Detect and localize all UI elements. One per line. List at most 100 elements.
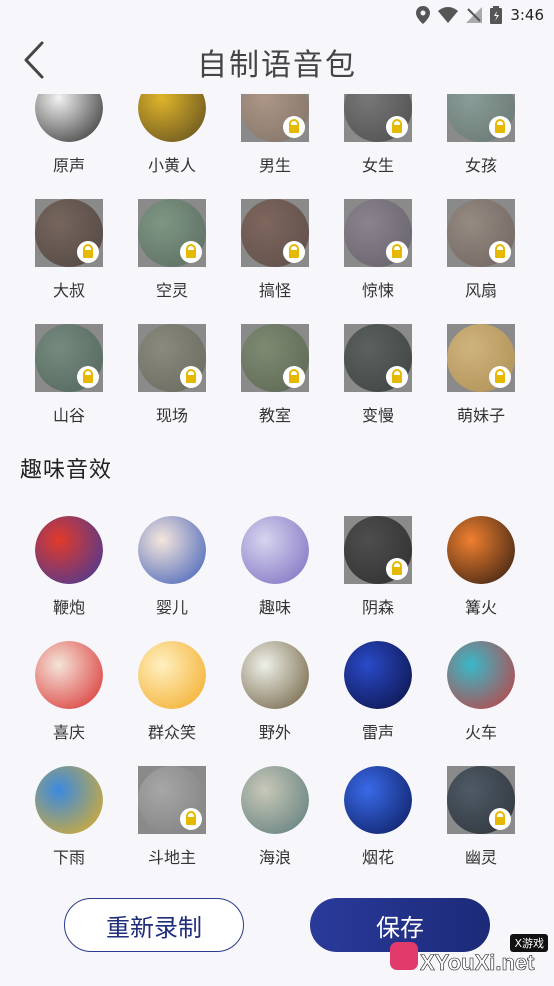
effect-label: 婴儿 (155, 598, 188, 617)
location-icon (416, 6, 431, 24)
lock-icon (180, 366, 202, 388)
rerecord-button[interactable]: 重新录制 (64, 898, 244, 952)
page-title: 自制语音包 (197, 48, 357, 83)
effect-item[interactable]: 群众笑 (122, 641, 222, 761)
castle-icon (241, 641, 309, 709)
watermark-logo: X游戏 XYouXi.net (384, 928, 554, 986)
effect-label: 现场 (155, 406, 188, 425)
effect-label: 下雨 (52, 848, 85, 867)
effect-label: 惊悚 (361, 281, 394, 300)
firecracker-icon (35, 516, 103, 584)
ethereal-icon (138, 199, 206, 267)
effect-label: 变慢 (361, 406, 394, 425)
effect-item[interactable]: 大叔 (19, 199, 119, 319)
effect-item[interactable]: 现场 (122, 324, 222, 444)
lock-icon (77, 366, 99, 388)
effect-item[interactable]: 搞怪 (225, 199, 325, 319)
effect-label: 海浪 (258, 848, 291, 867)
slow-icon (344, 324, 412, 392)
effect-label: 喜庆 (52, 723, 85, 742)
status-time: 3:46 (510, 6, 544, 24)
lock-icon (386, 558, 408, 580)
lock-icon (283, 116, 305, 138)
effect-label: 教室 (258, 406, 291, 425)
wifi-icon (438, 7, 459, 23)
battery-icon (490, 6, 503, 24)
effect-item[interactable]: 女生 (328, 94, 428, 194)
spooky-icon (344, 516, 412, 584)
effect-item[interactable]: 篝火 (431, 516, 531, 636)
lightning-icon (344, 641, 412, 709)
effect-item[interactable]: 风扇 (431, 199, 531, 319)
valley-icon (35, 324, 103, 392)
status-icons: 3:46 (416, 4, 544, 26)
laughing-face-icon (138, 641, 206, 709)
effect-label: 火车 (464, 723, 497, 742)
wave-icon (241, 766, 309, 834)
live-crowd-icon (138, 324, 206, 392)
cards-icon (138, 766, 206, 834)
lock-icon (489, 808, 511, 830)
effect-item[interactable]: 女孩 (431, 94, 531, 194)
effect-item[interactable]: 男生 (225, 94, 325, 194)
effect-item[interactable]: 阴森 (328, 516, 428, 636)
effect-label: 趣味 (258, 598, 291, 617)
effect-item[interactable]: 教室 (225, 324, 325, 444)
pinwheel-icon (447, 199, 515, 267)
effect-item[interactable]: 幽灵 (431, 766, 531, 886)
cute-girl-icon (447, 324, 515, 392)
effect-item[interactable]: 烟花 (328, 766, 428, 886)
effect-item[interactable]: 小黄人 (122, 94, 222, 194)
uncle-icon (35, 199, 103, 267)
effect-label: 斗地主 (147, 848, 196, 867)
lock-icon (386, 116, 408, 138)
man-icon (241, 94, 309, 142)
effect-item[interactable]: 婴儿 (122, 516, 222, 636)
effect-label: 原声 (52, 156, 85, 175)
watermark-text: XYouXi.net (420, 950, 535, 976)
lantern-icon (35, 641, 103, 709)
effect-label: 风扇 (464, 281, 497, 300)
lock-icon (489, 116, 511, 138)
bonfire-icon (447, 516, 515, 584)
effect-label: 阴森 (361, 598, 394, 617)
lock-icon (386, 366, 408, 388)
effect-item[interactable]: 原声 (19, 94, 119, 194)
effect-label: 烟花 (361, 848, 394, 867)
lock-icon (283, 366, 305, 388)
effect-item[interactable]: 鞭炮 (19, 516, 119, 636)
effect-item[interactable]: 野外 (225, 641, 325, 761)
effect-item[interactable]: 变慢 (328, 324, 428, 444)
effect-item[interactable]: 山谷 (19, 324, 119, 444)
lock-icon (283, 241, 305, 263)
effect-item[interactable]: 萌妹子 (431, 324, 531, 444)
effect-label: 搞怪 (258, 281, 291, 300)
woman-icon (344, 94, 412, 142)
effect-item[interactable]: 雷声 (328, 641, 428, 761)
ghost-icon (447, 766, 515, 834)
ghost-face-icon (344, 199, 412, 267)
effect-label: 女孩 (464, 156, 497, 175)
effect-label: 鞭炮 (52, 598, 85, 617)
lock-icon (77, 241, 99, 263)
section-title: 趣味音效 (20, 458, 113, 483)
lock-icon (180, 808, 202, 830)
effect-label: 群众笑 (147, 723, 196, 742)
effect-item[interactable]: 海浪 (225, 766, 325, 886)
effect-item[interactable]: 喜庆 (19, 641, 119, 761)
effect-label: 空灵 (155, 281, 188, 300)
lock-icon (180, 241, 202, 263)
effect-item[interactable]: 斗地主 (122, 766, 222, 886)
effect-label: 大叔 (52, 281, 85, 300)
lock-icon (386, 241, 408, 263)
effect-item[interactable]: 下雨 (19, 766, 119, 886)
effect-label: 男生 (258, 156, 291, 175)
effect-item[interactable]: 火车 (431, 641, 531, 761)
baby-icon (138, 516, 206, 584)
signal-icon (466, 7, 483, 23)
effect-item[interactable]: 惊悚 (328, 199, 428, 319)
classroom-icon (241, 324, 309, 392)
effect-item[interactable]: 空灵 (122, 199, 222, 319)
effect-item[interactable]: 趣味 (225, 516, 325, 636)
fireworks-icon (344, 766, 412, 834)
